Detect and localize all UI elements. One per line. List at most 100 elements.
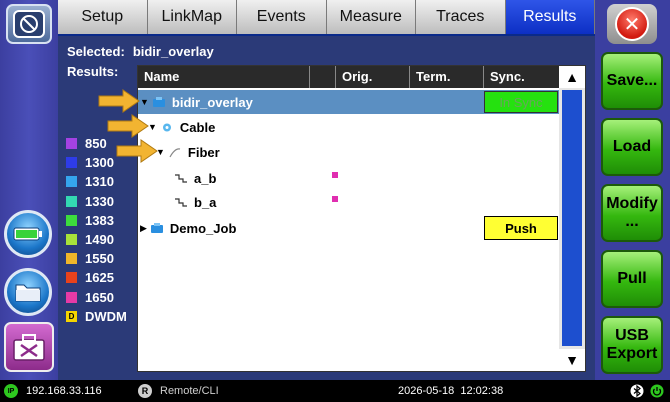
legend-label: 1330: [85, 193, 114, 209]
legend-label: 1300: [85, 155, 114, 171]
tree-row-a-b[interactable]: a_b: [174, 166, 216, 190]
legend-item-dwdm: D DWDM: [66, 307, 127, 326]
legend-swatch: [66, 138, 77, 150]
fiber-icon: [169, 147, 181, 157]
row-name: Fiber: [187, 144, 220, 160]
tree-row-bidir-overlay[interactable]: ▼ bidir_overlay: [140, 90, 480, 114]
push-button[interactable]: Push: [484, 216, 558, 240]
callout-arrow-icon: [116, 139, 158, 163]
table-header: Name Orig. Term. Sync.: [138, 66, 560, 88]
selected-value: bidir_overlay: [132, 44, 214, 59]
selected-caption: Selected:: [67, 44, 125, 59]
tree-row-demo-job[interactable]: ▶ Demo_Job: [140, 216, 236, 240]
dwdm-badge: D: [66, 310, 77, 322]
left-sidebar: [0, 0, 58, 380]
column-header-term[interactable]: Term.: [410, 66, 484, 88]
callout-arrow-icon: [98, 89, 140, 113]
folder-icon: [15, 284, 41, 302]
tab-results[interactable]: Results: [505, 0, 595, 34]
ip-address: 192.168.33.116: [26, 385, 102, 397]
legend-label: 1310: [85, 174, 114, 190]
vertical-scrollbar[interactable]: ▲ ▼: [559, 66, 585, 371]
usb-export-button[interactable]: USB Export: [601, 316, 663, 374]
tree-row-fiber[interactable]: ▼ Fiber: [156, 140, 220, 164]
row-name: Cable: [179, 119, 216, 135]
main-tab-bar: Setup LinkMap Events Measure Traces Resu…: [58, 0, 595, 36]
cable-icon: [162, 123, 171, 131]
legend-label: DWDM: [85, 308, 127, 324]
legend-swatch: [66, 214, 77, 226]
save-button[interactable]: Save...: [601, 52, 663, 110]
date-time: 2026-05-18 12:02:38: [398, 385, 504, 397]
ip-icon: IP: [4, 384, 18, 398]
modify-button[interactable]: Modify ...: [601, 184, 663, 242]
job-icon: [152, 96, 165, 107]
legend-label: 1490: [85, 232, 114, 248]
scroll-down-icon[interactable]: ▼: [559, 349, 585, 371]
legend-label: 1550: [85, 251, 114, 267]
trace-icon: [175, 173, 187, 183]
column-header-blank[interactable]: [310, 66, 336, 88]
legend-swatch: [66, 176, 77, 188]
legend-item-1625: 1625: [66, 268, 127, 287]
results-label: Results:: [67, 64, 119, 79]
column-header-name[interactable]: Name: [138, 66, 310, 88]
column-header-orig[interactable]: Orig.: [336, 66, 410, 88]
legend-item-1330: 1330: [66, 192, 127, 211]
tab-linkmap[interactable]: LinkMap: [147, 0, 237, 34]
legend-label: 850: [85, 136, 107, 152]
collapsed-arrow-icon[interactable]: ▶: [140, 223, 147, 234]
row-name: a_b: [194, 170, 217, 186]
battery-status-button[interactable]: [4, 210, 52, 258]
scroll-up-icon[interactable]: ▲: [559, 66, 585, 88]
usb-label: USB: [615, 326, 649, 344]
close-icon: ✕: [615, 7, 649, 41]
legend-item-1490: 1490: [66, 230, 127, 249]
column-header-sync[interactable]: Sync.: [484, 66, 560, 88]
close-button[interactable]: ✕: [607, 4, 657, 44]
job-icon: [150, 222, 163, 233]
export-label: Export: [606, 345, 658, 362]
in-sync-status: In Sync: [484, 91, 558, 113]
results-tree-table: Name Orig. Term. Sync. ▼ bidir_overlay I…: [137, 65, 586, 372]
scroll-thumb[interactable]: [562, 90, 582, 346]
legend-swatch: [66, 234, 77, 246]
tree-row-b-a[interactable]: b_a: [174, 190, 216, 214]
legend-swatch: [66, 253, 77, 265]
tools-button[interactable]: [4, 322, 54, 372]
tab-events[interactable]: Events: [237, 0, 327, 34]
modify-label: Modify: [606, 194, 658, 212]
remote-status: Remote/CLI: [160, 385, 219, 397]
legend-item-1310: 1310: [66, 172, 127, 191]
legend-item-1650: 1650: [66, 288, 127, 307]
row-name: Demo_Job: [169, 220, 237, 236]
legend-label: 1383: [85, 212, 114, 228]
legend-swatch: [66, 157, 77, 169]
tree-row-cable[interactable]: ▼ Cable: [148, 115, 215, 139]
modify-ellipsis: ...: [625, 213, 639, 230]
tab-setup[interactable]: Setup: [58, 0, 148, 34]
battery-icon: [13, 227, 42, 241]
home-app-icon[interactable]: [6, 4, 52, 44]
row-name: bidir_overlay: [171, 94, 253, 110]
callout-arrow-icon: [107, 114, 149, 138]
legend-swatch: [66, 195, 77, 207]
app-logo-icon: [13, 10, 45, 38]
right-sidebar: ✕ Save... Load Modify ... Pull USB Expor…: [595, 0, 670, 380]
row-name: b_a: [194, 194, 217, 210]
orig-marker: [332, 172, 338, 178]
expanded-arrow-icon[interactable]: ▼: [140, 97, 149, 107]
tab-traces[interactable]: Traces: [416, 0, 506, 34]
pull-button[interactable]: Pull: [601, 250, 663, 308]
bluetooth-icon: [630, 384, 644, 398]
toolbox-icon: [13, 334, 45, 361]
orig-marker: [332, 196, 338, 202]
legend-item-1383: 1383: [66, 211, 127, 230]
file-browser-button[interactable]: [4, 268, 52, 316]
status-bar: IP 192.168.33.116 R Remote/CLI 2026-05-1…: [0, 380, 670, 402]
legend-swatch: [66, 291, 77, 303]
selected-label: Selected: bidir_overlay: [67, 44, 214, 59]
remote-icon: R: [138, 384, 152, 398]
tab-measure[interactable]: Measure: [326, 0, 416, 34]
load-button[interactable]: Load: [601, 118, 663, 176]
